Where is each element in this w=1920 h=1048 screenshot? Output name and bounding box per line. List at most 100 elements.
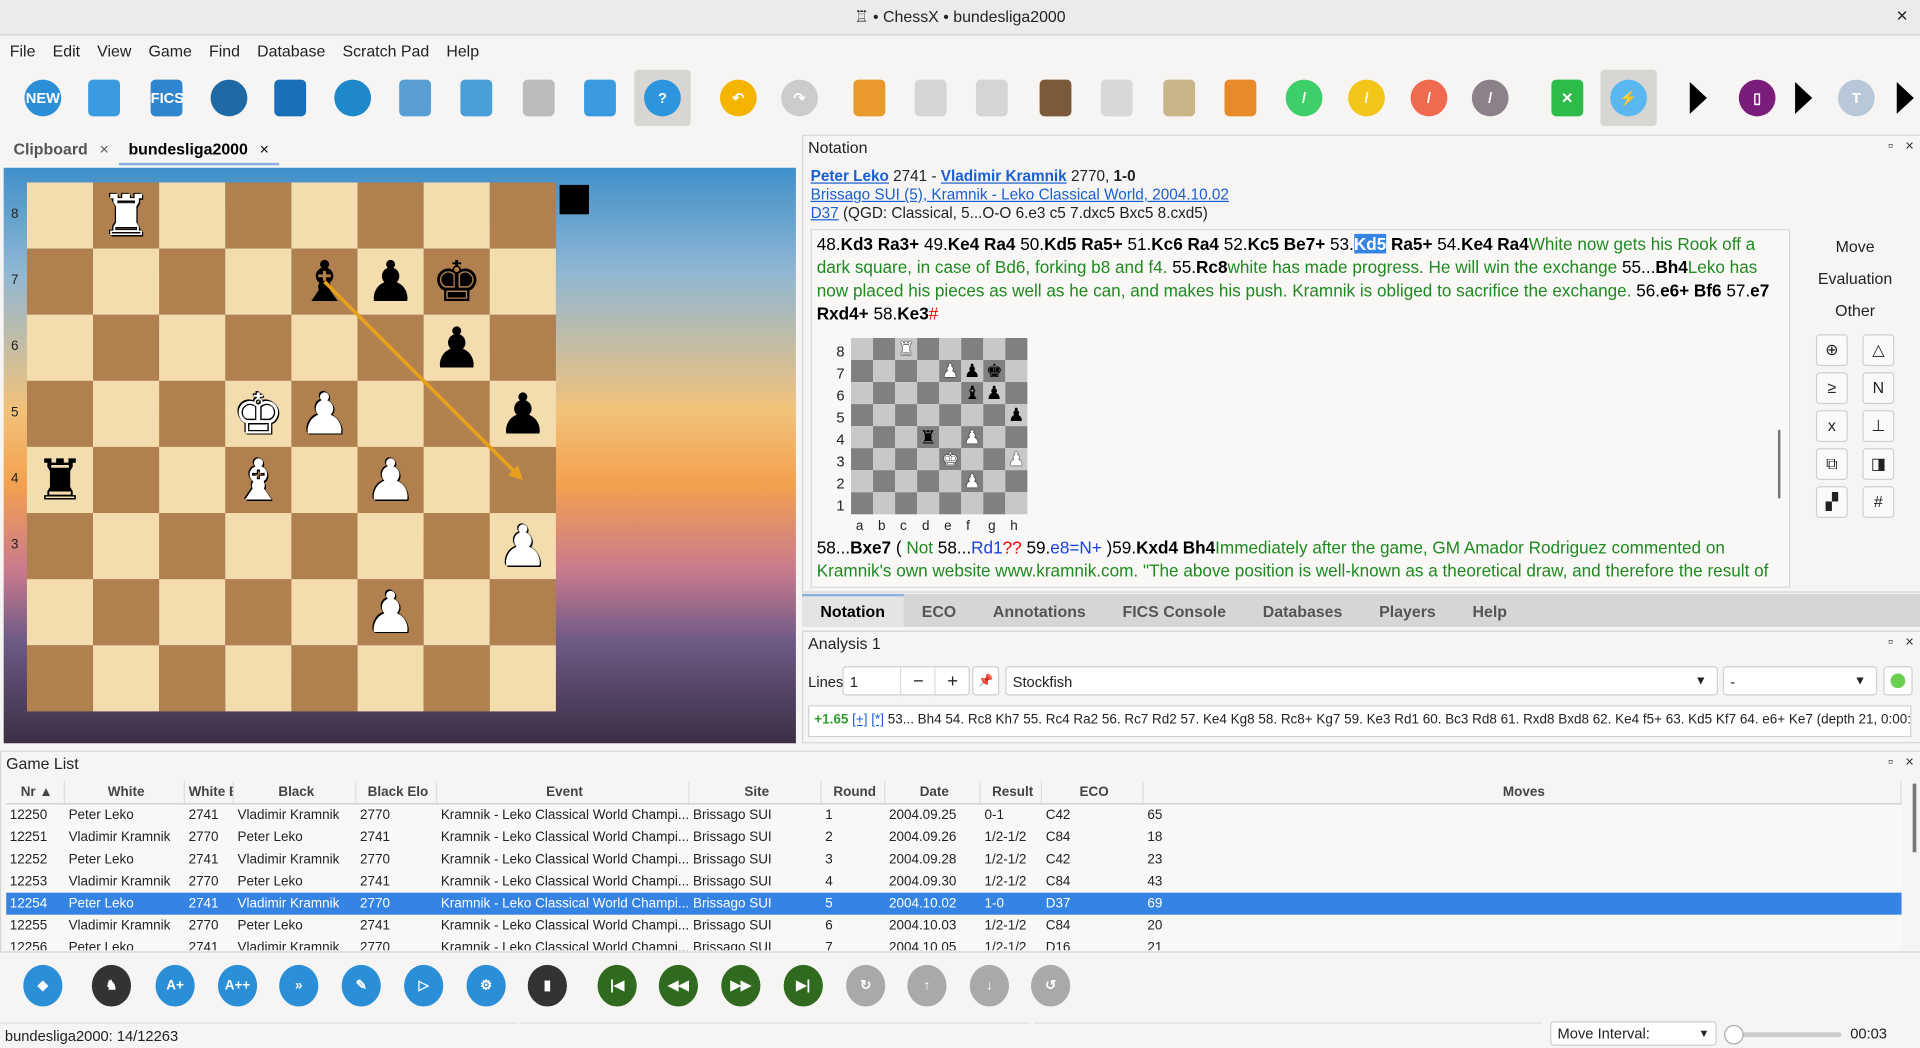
menu-help[interactable]: Help (439, 36, 486, 68)
tab-notation[interactable]: Notation (802, 593, 904, 627)
engine-knight-button[interactable]: ♞ (88, 962, 135, 1009)
increase-lines-button[interactable]: + (934, 667, 970, 697)
fullscreen-button[interactable]: ✕ (1539, 70, 1595, 126)
move[interactable]: Kc6 Ra4 (1151, 234, 1219, 254)
close-panel-button[interactable]: × (1905, 633, 1914, 650)
mark-green-button[interactable]: / (1276, 70, 1332, 126)
tab-fics-console[interactable]: FICS Console (1104, 595, 1244, 628)
menu-view[interactable]: View (90, 36, 139, 68)
move[interactable]: Rd1 (971, 538, 1002, 558)
evaluation-label[interactable]: Evaluation (1789, 263, 1920, 295)
column-header[interactable]: Date (885, 781, 981, 804)
back-move-button[interactable]: ◀◀ (655, 962, 702, 1009)
chess-board[interactable]: 8 7 6 5 4 3 ♜ ♝ ♟ ♚ ♟ ♚ ♟ ♟ ♜ ♝ ♟ ♟ ♟ (11, 182, 556, 712)
black-player-link[interactable]: Vladimir Kramnik (941, 168, 1067, 185)
last-move-button[interactable]: ▶| (780, 962, 827, 1009)
tab-bundesliga2000[interactable]: bundesliga2000 × (118, 134, 279, 166)
decrease-lines-button[interactable]: − (900, 667, 936, 697)
tab-players[interactable]: Players (1361, 595, 1454, 628)
column-header[interactable]: ECO (1042, 781, 1144, 804)
float-panel-button[interactable]: ▫ (1888, 633, 1893, 650)
notation-text[interactable]: 48.Kd3 Ra3+ 49.Ke4 Ra4 50.Kd5 Ra5+ 51.Kc… (810, 228, 1791, 588)
film-button[interactable]: ▮ (524, 962, 571, 1009)
move[interactable]: e8=N+ (1050, 538, 1101, 558)
menu-game[interactable]: Game (141, 36, 199, 68)
tab-help[interactable]: Help (1454, 595, 1525, 628)
move[interactable]: Ke4 Ra4 (948, 234, 1016, 254)
menu-find[interactable]: Find (202, 36, 248, 68)
open-url-button[interactable] (387, 70, 443, 126)
table-row[interactable]: 12256 Peter Leko 2741 Vladimir Kramnik 2770 K… (6, 937, 1902, 950)
add-line-link[interactable]: [*] (871, 713, 884, 728)
move-label[interactable]: Move (1789, 231, 1920, 263)
column-header[interactable]: Moves (1144, 781, 1902, 804)
tab-clipboard[interactable]: Clipboard × (4, 135, 119, 166)
column-header[interactable]: Black (234, 781, 357, 804)
cut-button[interactable] (964, 70, 1020, 126)
save-button[interactable] (448, 70, 504, 126)
annotation-symbol-button[interactable]: x (1815, 410, 1848, 443)
analysis-line[interactable]: +1.65 [+] [*] 53... Bh4 54. Rc8 Kh7 55. … (808, 705, 1912, 738)
lines-spinbox[interactable]: 1 − + (842, 666, 970, 697)
clipboard-button[interactable] (1212, 70, 1268, 126)
move[interactable]: Kd5 Ra5+ (1044, 234, 1123, 254)
tab-databases[interactable]: Databases (1244, 595, 1360, 628)
fics-button[interactable]: FICS (138, 70, 194, 126)
move[interactable]: Kxd4 Bh4 (1136, 538, 1215, 558)
edit-comment-button[interactable]: ✎ (338, 962, 385, 1009)
close-panel-button[interactable]: × (1905, 137, 1914, 154)
tab-close-button[interactable]: × (260, 140, 269, 158)
settings-button[interactable]: ⚙ (463, 962, 510, 1009)
table-row[interactable]: 12253 Vladimir Kramnik 2770 Peter Leko 2741 K… (6, 871, 1902, 893)
engine-select[interactable]: Stockfish ▼ (1005, 666, 1718, 696)
move[interactable]: Bh4 (1655, 257, 1687, 277)
flip-board-button[interactable]: ◆ (20, 962, 67, 1009)
annotation-symbol-button[interactable]: ≥ (1815, 372, 1848, 405)
annotation-symbol-button[interactable]: ▞ (1815, 486, 1848, 518)
eco-link[interactable]: D37 (811, 204, 839, 221)
column-header[interactable]: White Elo (185, 781, 234, 804)
column-header[interactable]: Round (822, 781, 886, 804)
truncate-button[interactable] (902, 70, 958, 126)
move-interval-select[interactable]: Move Interval: ▼ (1550, 1021, 1717, 1046)
move-interval-slider[interactable] (1724, 1024, 1842, 1045)
tab-eco[interactable]: ECO (903, 595, 974, 628)
open-folder-button[interactable] (76, 70, 132, 126)
chessbase-button[interactable] (201, 70, 257, 126)
play-button[interactable] (1670, 70, 1726, 126)
add-annotation2-button[interactable]: A++ (214, 962, 261, 1009)
column-header[interactable]: Event (437, 781, 690, 804)
menu-file[interactable]: File (2, 36, 42, 68)
edit-button[interactable] (841, 70, 897, 126)
move[interactable]: Rc8 (1196, 257, 1227, 277)
table-row[interactable]: 12255 Vladimir Kramnik 2770 Peter Leko 2741 K… (6, 915, 1902, 937)
column-header[interactable]: Nr ▲ (6, 781, 65, 804)
add-variation-link[interactable]: [+] (852, 713, 867, 728)
table-row[interactable]: 12250 Peter Leko 2741 Vladimir Kramnik 2770 K… (6, 804, 1902, 826)
notation-scrollbar[interactable] (1777, 429, 1781, 499)
annotation-symbol-button[interactable]: ⧉ (1815, 448, 1848, 481)
column-header[interactable]: White (65, 781, 185, 804)
undo-variation-button[interactable]: ↺ (1027, 962, 1074, 1009)
mark-yellow-button[interactable]: / (1338, 70, 1394, 126)
first-move-button[interactable]: |◀ (594, 962, 641, 1009)
comment[interactable]: Not (906, 538, 937, 558)
table-row[interactable]: 12252 Peter Leko 2741 Vladimir Kramnik 2770 K… (6, 849, 1902, 871)
paste-button[interactable] (511, 70, 567, 126)
forward-move-button[interactable]: ▶▶ (718, 962, 765, 1009)
column-header[interactable]: Result (981, 781, 1043, 804)
engine-start-button[interactable] (1883, 666, 1913, 696)
redo-button[interactable]: ↷ (771, 70, 827, 126)
move[interactable]: Bxe7 (850, 538, 891, 558)
game-list-scrollbar[interactable] (1912, 783, 1917, 853)
mode-select[interactable]: - ▼ (1722, 666, 1878, 696)
broadcast-button[interactable] (262, 70, 318, 126)
annotation-symbol-button[interactable]: # (1862, 486, 1895, 518)
pin-button[interactable]: 📌 (972, 666, 1000, 696)
player-button[interactable] (324, 70, 380, 126)
copy-button[interactable] (1089, 70, 1145, 126)
annotation-symbol-button[interactable]: ⊥ (1862, 410, 1895, 443)
move[interactable]: ?? (1003, 538, 1022, 558)
undo-button[interactable]: ↶ (710, 70, 766, 126)
fast-forward-blue-button[interactable]: » (276, 962, 323, 1009)
